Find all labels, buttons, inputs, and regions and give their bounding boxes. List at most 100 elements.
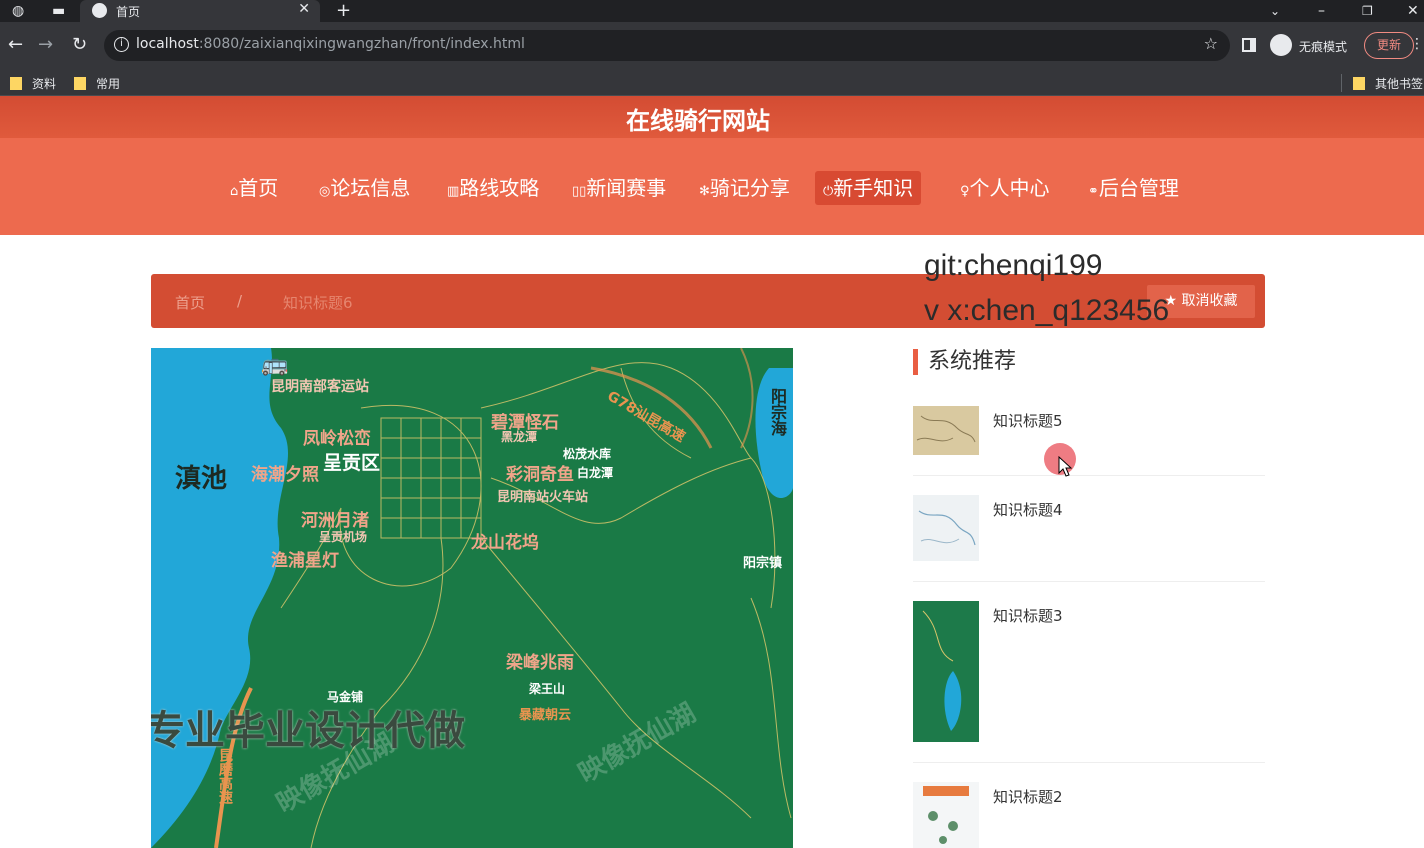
new-tab-icon[interactable]: +	[336, 0, 351, 22]
folder-icon	[10, 77, 22, 90]
map-label-bailongtan: 白龙潭	[577, 466, 614, 480]
folder-icon	[1353, 77, 1365, 90]
map-label-fengling: 凤岭松峦	[303, 429, 371, 449]
recommend-item[interactable]: 知识标题3	[913, 601, 1265, 763]
nav-label: 后台管理	[1098, 176, 1179, 200]
recommend-item[interactable]: 知识标题5	[913, 406, 1265, 476]
nav-label: 首页	[238, 176, 279, 200]
nav-share[interactable]: ✻骑记分享	[691, 171, 798, 205]
article-map-image: 🚌 昆明南部客运站 滇池 凤岭松峦 呈贡区 海潮夕照 碧潭怪石 黑龙潭 松茂水库…	[151, 348, 793, 848]
map-label-chenggong: 呈贡区	[323, 452, 381, 474]
other-bookmarks[interactable]: 其他书签	[1353, 75, 1423, 92]
nav-routes[interactable]: ▥路线攻略	[439, 171, 547, 205]
bus-icon: 🚌	[261, 352, 289, 377]
nav-home[interactable]: ⌂首页	[222, 171, 286, 205]
bookmarks-divider	[1341, 74, 1342, 92]
recommend-item-title[interactable]: 知识标题2	[993, 786, 1063, 807]
breadcrumb-separator: /	[237, 292, 243, 310]
recommend-item-title[interactable]: 知识标题5	[993, 410, 1063, 431]
map-graphic	[151, 348, 793, 848]
incognito-label: 无痕模式	[1299, 40, 1348, 54]
side-panel-icon[interactable]	[1242, 38, 1256, 52]
map-label-mochuan: 暴藏朝云	[519, 708, 572, 723]
bookmark-folder[interactable]: 常用	[74, 75, 120, 92]
nav-forum[interactable]: ◎论坛信息	[311, 171, 418, 205]
nav-label: 论坛信息	[330, 176, 411, 200]
map-label-longshan: 龙山花坞	[471, 533, 539, 553]
map-label-railway: 昆明南站火车站	[497, 490, 589, 505]
map-label-kunmo: 昆磨高速	[217, 748, 233, 804]
nav-label: 骑记分享	[709, 176, 790, 200]
breadcrumb-home[interactable]: 首页	[175, 292, 205, 313]
restore-icon[interactable]: ❐	[1362, 0, 1373, 22]
watermark-text: 专业毕业设计代做	[151, 708, 465, 754]
forum-icon: ◎	[319, 184, 331, 199]
recommend-thumbnail[interactable]	[913, 495, 979, 561]
bookmark-star-icon[interactable]: ☆	[1204, 34, 1218, 53]
nav-label: 新闻赛事	[586, 176, 667, 200]
browser-tab-strip: ◍ ▬ 首页 ✕ + ⌄ – ❐ ✕	[0, 0, 1424, 22]
folder-icon	[74, 77, 86, 90]
url-path: :8080/zaixianqixingwangzhan/front/index.…	[198, 36, 525, 52]
nav-knowledge[interactable]: ⏻新手知识	[815, 171, 922, 205]
back-icon[interactable]: ←	[8, 34, 23, 55]
nav-label: 新手知识	[833, 176, 914, 200]
recommend-item-title[interactable]: 知识标题4	[993, 499, 1063, 520]
incognito-icon[interactable]	[1270, 34, 1292, 56]
nav-profile[interactable]: ♀个人中心	[952, 171, 1058, 205]
recommend-title: 系统推荐	[913, 349, 1016, 375]
browser-tab[interactable]: 首页 ✕	[80, 0, 320, 22]
map-label-yangzongzhen: 阳宗镇	[743, 556, 783, 571]
nav-label: 路线攻略	[459, 176, 540, 200]
url-host: localhost	[136, 36, 199, 52]
recommend-item[interactable]: 知识标题4	[913, 495, 1265, 582]
url-text[interactable]: localhost:8080/zaixianqixingwangzhan/fro…	[136, 36, 525, 52]
recommend-item-title[interactable]: 知识标题3	[993, 605, 1063, 626]
map-label-yangzonghai: 阳宗海	[768, 388, 787, 436]
close-tab-icon[interactable]: ✕	[298, 1, 310, 17]
menu-icon[interactable]: ⋮	[1410, 36, 1424, 52]
recommend-item[interactable]: 知识标题2	[913, 782, 1265, 848]
overlay-wechat-text: v x:chen_q123456	[924, 294, 1170, 327]
tab-search-icon[interactable]: ⌄	[1270, 0, 1280, 22]
browser-toolbar: ← → ↻ i localhost:8080/zaixianqixingwang…	[0, 22, 1424, 70]
bookmark-label: 常用	[96, 77, 121, 91]
columns-icon: ▯▯	[572, 184, 587, 199]
bookmarks-bar: 资料 常用 其他书签	[0, 70, 1424, 96]
minimize-icon[interactable]: –	[1318, 0, 1325, 22]
map-label-bus-station: 昆明南部客运站	[271, 379, 369, 395]
map-label-dianchi: 滇池	[175, 464, 228, 494]
recommend-thumbnail[interactable]	[913, 782, 979, 848]
address-bar[interactable]: i localhost:8080/zaixianqixingwangzhan/f…	[104, 30, 1230, 61]
reload-icon[interactable]: ↻	[72, 34, 87, 55]
map-label-haichao: 海潮夕照	[251, 465, 319, 485]
close-window-icon[interactable]: ✕	[1407, 0, 1419, 22]
tab-favicon-icon	[92, 3, 107, 18]
globe-icon[interactable]: ◍	[12, 0, 24, 22]
update-button[interactable]: 更新	[1364, 32, 1414, 59]
forward-icon[interactable]: →	[38, 34, 53, 55]
asterisk-icon: ✻	[699, 184, 710, 199]
site-title: 在线骑行网站	[626, 107, 770, 135]
bookmark-label: 其他书签	[1375, 77, 1424, 91]
recommend-thumbnail[interactable]	[913, 601, 979, 742]
nav-label: 个人中心	[969, 176, 1050, 200]
map-label-heilongtan: 黑龙潭	[501, 430, 538, 444]
nav-news[interactable]: ▯▯新闻赛事	[564, 171, 674, 205]
map-label-airport: 呈贡机场	[319, 530, 368, 544]
cursor-arrow-icon	[1058, 456, 1072, 477]
bookmark-folder[interactable]: 资料	[10, 75, 56, 92]
bookmark-label: 资料	[32, 77, 57, 91]
map-label-liangfeng: 梁峰兆雨	[506, 653, 574, 673]
recommend-thumbnail[interactable]	[913, 406, 979, 455]
power-icon: ⏻	[823, 184, 834, 199]
overlay-git-text: git:chenqi199	[924, 249, 1103, 282]
map-label-yupu: 渔浦星灯	[271, 551, 339, 571]
link-icon: ⚭	[1088, 184, 1099, 199]
user-icon: ♀	[960, 184, 970, 199]
nav-admin[interactable]: ⚭后台管理	[1080, 171, 1187, 205]
map-label-liangwangshan: 梁王山	[529, 682, 566, 696]
main-nav: ⌂首页 ◎论坛信息 ▥路线攻略 ▯▯新闻赛事 ✻骑记分享 ⏻新手知识 ♀个人中心…	[0, 138, 1424, 235]
site-info-icon[interactable]: i	[114, 37, 129, 52]
window-icon[interactable]: ▬	[52, 0, 65, 22]
